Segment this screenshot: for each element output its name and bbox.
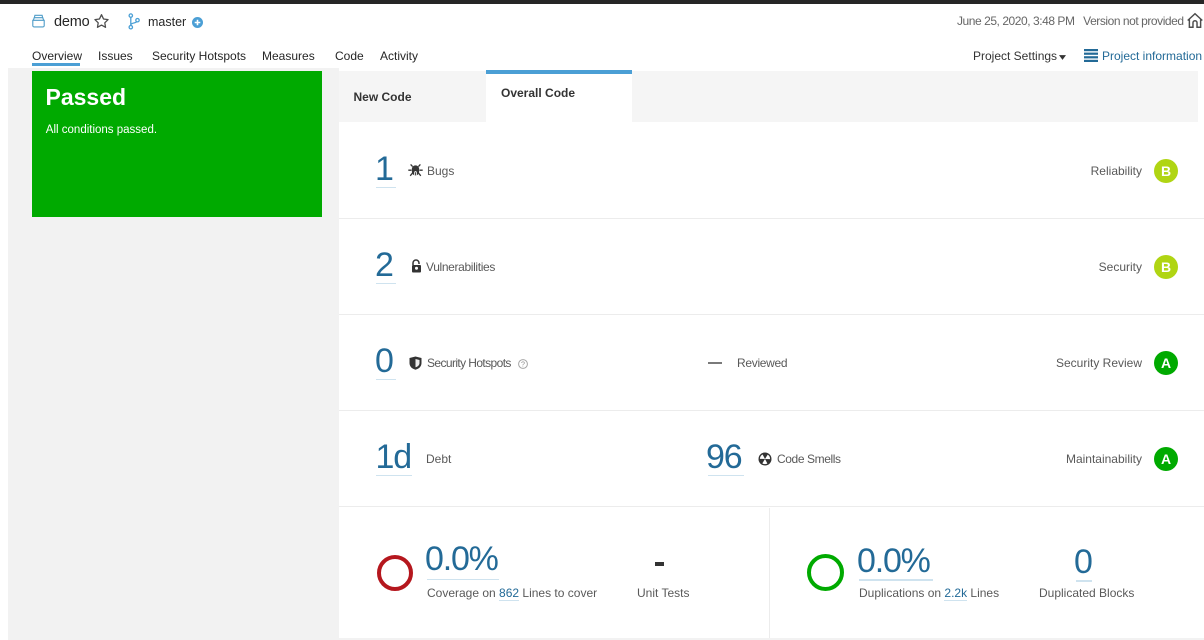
svg-text:?: ? (521, 360, 525, 368)
